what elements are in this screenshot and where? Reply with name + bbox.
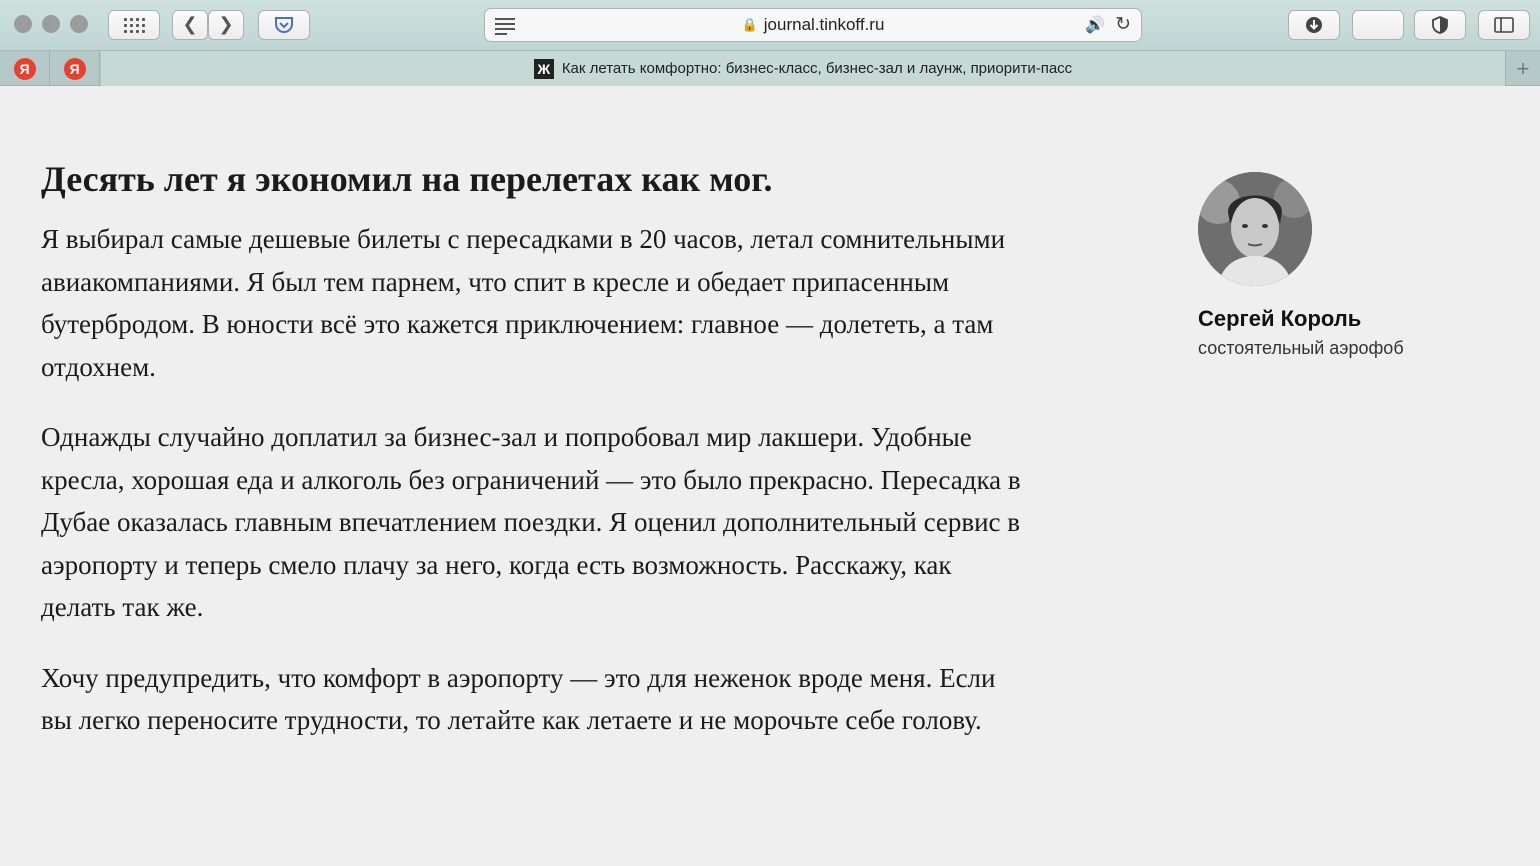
address-text: journal.tinkoff.ru bbox=[763, 15, 885, 34]
author-card[interactable]: Сергей Король состоятельный аэрофоб bbox=[1198, 172, 1498, 359]
article-paragraph: Однажды случайно доплатил за бизнес-зал … bbox=[41, 422, 1021, 622]
back-icon[interactable]: ❮ bbox=[172, 10, 208, 40]
tab-active[interactable]: Ж Как летать комфортно: бизнес-класс, би… bbox=[101, 51, 1506, 86]
article-body: Десять лет я экономил на перелетах как м… bbox=[41, 150, 1021, 742]
browser-toolbar: ❮ ❯ 🔒 journal.tinkoff.ru 🔊 ↻ bbox=[0, 0, 1540, 50]
audio-icon[interactable]: 🔊 bbox=[1085, 15, 1105, 35]
sidebar-icon[interactable] bbox=[1478, 10, 1530, 40]
article-paragraph: Я выбирал самые дешевые билеты с пересад… bbox=[41, 224, 1006, 382]
author-role: состоятельный аэрофоб bbox=[1198, 338, 1404, 358]
author-name[interactable]: Сергей Король bbox=[1198, 306, 1498, 332]
yandex-icon: Я bbox=[63, 57, 86, 80]
article-lead: Десять лет я экономил на перелетах как м… bbox=[41, 159, 773, 199]
shield-icon[interactable] bbox=[1414, 10, 1466, 40]
close-window-button[interactable] bbox=[14, 15, 32, 33]
forward-icon[interactable]: ❯ bbox=[208, 10, 244, 40]
lock-icon: 🔒 bbox=[741, 17, 758, 32]
tab-title: Как летать комфортно: бизнес-класс, бизн… bbox=[561, 60, 1073, 77]
pinned-tab-yandex[interactable]: Я bbox=[50, 51, 100, 86]
minimize-window-button[interactable] bbox=[42, 15, 60, 33]
article-paragraph: Хочу предупредить, что комфорт в аэропор… bbox=[41, 662, 996, 736]
reload-icon[interactable]: ↻ bbox=[1115, 13, 1131, 36]
reader-icon[interactable] bbox=[495, 18, 515, 38]
plus-icon[interactable]: + bbox=[1506, 51, 1540, 86]
avatar[interactable] bbox=[1198, 172, 1312, 286]
tab-bar: Я Я Ж Как летать комфортно: бизнес-класс… bbox=[0, 50, 1540, 86]
pocket-icon[interactable] bbox=[258, 10, 310, 40]
pinned-tab-yandex[interactable]: Я bbox=[0, 51, 50, 86]
extension-button[interactable] bbox=[1352, 10, 1404, 40]
journal-favicon-icon: Ж bbox=[533, 58, 554, 79]
download-icon[interactable] bbox=[1288, 10, 1340, 40]
address-bar[interactable]: 🔒 journal.tinkoff.ru 🔊 ↻ bbox=[484, 8, 1142, 42]
grid-icon[interactable] bbox=[108, 10, 160, 40]
zoom-window-button[interactable] bbox=[70, 15, 88, 33]
yandex-icon: Я bbox=[13, 57, 36, 80]
